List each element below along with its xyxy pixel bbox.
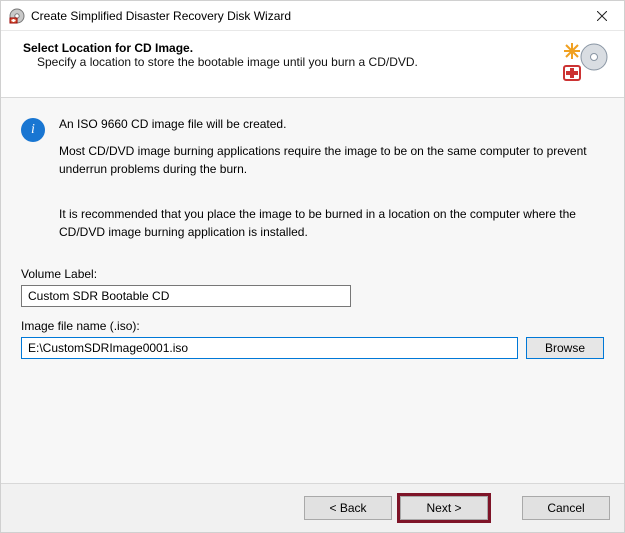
- window-title: Create Simplified Disaster Recovery Disk…: [31, 9, 580, 23]
- image-file-row: Browse: [21, 337, 604, 359]
- info-line-1: An ISO 9660 CD image file will be create…: [59, 116, 604, 133]
- recommendation-text: It is recommended that you place the ima…: [59, 206, 604, 241]
- wizard-window: Create Simplified Disaster Recovery Disk…: [0, 0, 625, 533]
- info-glyph: i: [31, 122, 35, 138]
- info-line-2: Most CD/DVD image burning applications r…: [59, 143, 604, 178]
- header-text: Select Location for CD Image. Specify a …: [23, 41, 418, 69]
- info-block: i An ISO 9660 CD image file will be crea…: [21, 116, 604, 188]
- wizard-footer: < Back Next > Cancel: [1, 484, 624, 532]
- image-file-caption: Image file name (.iso):: [21, 319, 604, 333]
- volume-label-input[interactable]: [21, 285, 351, 307]
- close-button[interactable]: [580, 1, 624, 31]
- info-icon: i: [21, 118, 45, 142]
- page-subheading: Specify a location to store the bootable…: [23, 55, 418, 69]
- image-file-input[interactable]: [21, 337, 518, 359]
- app-icon: [9, 8, 25, 24]
- browse-button[interactable]: Browse: [526, 337, 604, 359]
- wizard-header: Select Location for CD Image. Specify a …: [1, 31, 624, 97]
- next-button[interactable]: Next >: [400, 496, 488, 520]
- titlebar: Create Simplified Disaster Recovery Disk…: [1, 1, 624, 31]
- page-heading: Select Location for CD Image.: [23, 41, 418, 55]
- cancel-button[interactable]: Cancel: [522, 496, 610, 520]
- back-button[interactable]: < Back: [304, 496, 392, 520]
- disc-icon: [562, 41, 608, 83]
- info-text: An ISO 9660 CD image file will be create…: [59, 116, 604, 188]
- volume-label-caption: Volume Label:: [21, 267, 604, 281]
- wizard-body: i An ISO 9660 CD image file will be crea…: [1, 97, 624, 484]
